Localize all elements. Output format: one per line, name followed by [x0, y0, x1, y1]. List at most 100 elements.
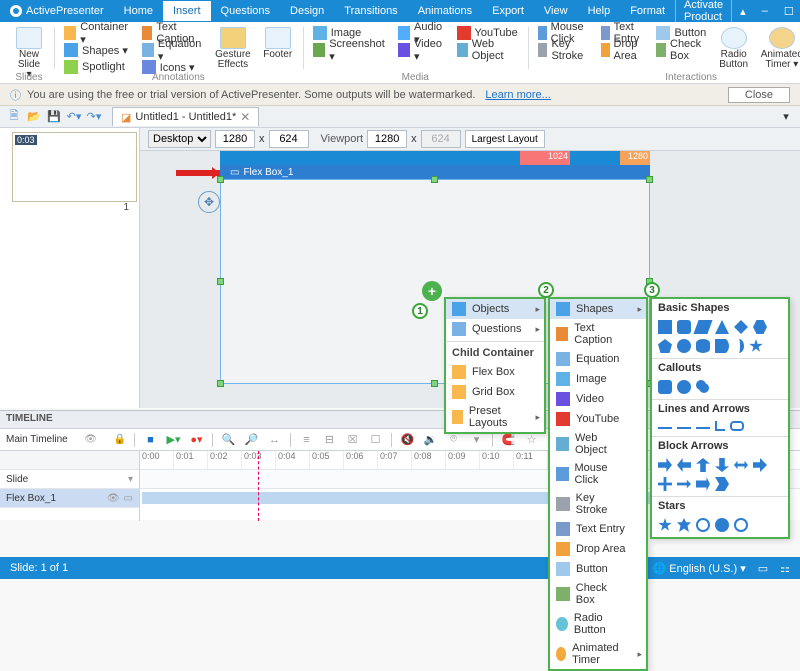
timeline-row-flexbox[interactable]: Flex Box_1👁▭: [0, 489, 139, 508]
shape-rounded-rect[interactable]: [677, 320, 691, 334]
callout-oval[interactable]: [677, 380, 691, 394]
submenu-web-object[interactable]: Web Object: [550, 429, 646, 459]
submenu-video[interactable]: Video: [550, 389, 646, 409]
tl-silence-button[interactable]: 🔇: [400, 432, 415, 447]
star-5[interactable]: [658, 518, 672, 532]
tl-zoom-in-button[interactable]: 🔎: [244, 432, 259, 447]
submenu-text-caption[interactable]: Text Caption: [550, 319, 646, 349]
equation-button[interactable]: Equation ▾: [136, 42, 209, 58]
tab-insert[interactable]: Insert: [163, 1, 211, 21]
menu-preset-layouts[interactable]: Preset Layouts▸: [446, 402, 544, 432]
learn-more-link[interactable]: Learn more...: [485, 89, 550, 101]
callout-rect[interactable]: [658, 380, 672, 394]
block-arrow-chevron[interactable]: [715, 477, 729, 491]
shape-pentagon[interactable]: [658, 339, 672, 353]
block-arrow-down[interactable]: [715, 458, 729, 472]
tab-view[interactable]: View: [534, 1, 578, 21]
collapse-ribbon-button[interactable]: ▴: [732, 1, 754, 22]
tl-record-button[interactable]: ●▾: [189, 432, 204, 447]
breakpoint-1280[interactable]: 1280: [620, 151, 650, 165]
tl-crop-button[interactable]: ☒: [345, 432, 360, 447]
shapes-button[interactable]: Shapes ▾: [58, 42, 136, 58]
submenu-equation[interactable]: Equation: [550, 349, 646, 369]
status-fit-button[interactable]: ▭: [758, 562, 768, 575]
container-button[interactable]: Container ▾: [58, 25, 136, 41]
timeline-lock-icon[interactable]: 🔒: [114, 434, 126, 445]
star-6[interactable]: [677, 518, 691, 532]
menu-grid-box[interactable]: Grid Box: [446, 382, 544, 402]
breakpoint-1024[interactable]: 1024: [520, 151, 570, 165]
submenu-check-box[interactable]: Check Box: [550, 579, 646, 609]
shape-diamond[interactable]: [734, 320, 748, 334]
screenshot-button[interactable]: Screenshot ▾: [307, 42, 393, 58]
largest-layout-button[interactable]: Largest Layout: [465, 130, 545, 148]
tl-more-button[interactable]: ▾: [469, 432, 484, 447]
video-button[interactable]: Video ▾: [392, 42, 450, 58]
line-elbow[interactable]: [715, 421, 725, 431]
submenu-mouse-click[interactable]: Mouse Click: [550, 459, 646, 489]
tab-format[interactable]: Format: [620, 1, 675, 21]
submenu-text-entry[interactable]: Text Entry: [550, 519, 646, 539]
shape-arc[interactable]: [734, 339, 744, 353]
submenu-radio-button[interactable]: Radio Button: [550, 609, 646, 639]
tab-questions[interactable]: Questions: [211, 1, 281, 21]
slide-thumbnail-1[interactable]: 0:03: [12, 132, 137, 202]
tl-volume-button[interactable]: 🔉: [423, 432, 438, 447]
tl-play-button[interactable]: ▶▾: [166, 432, 181, 447]
save-button[interactable]: 💾: [46, 109, 62, 125]
tl-stop-button[interactable]: ■: [143, 432, 158, 447]
timeline-eye-icon[interactable]: 👁: [84, 434, 97, 445]
menu-questions[interactable]: Questions▸: [446, 319, 544, 339]
tab-home[interactable]: Home: [114, 1, 163, 21]
tl-zoom-fit-button[interactable]: ↔: [267, 432, 282, 447]
tl-zoom-out-button[interactable]: 🔍: [221, 432, 236, 447]
tab-design[interactable]: Design: [280, 1, 334, 21]
web-object-button[interactable]: Web Object: [451, 42, 524, 58]
line-curve[interactable]: [696, 421, 710, 429]
tab-help[interactable]: Help: [578, 1, 621, 21]
status-language[interactable]: 🌐 English (U.S.) ▾: [653, 562, 746, 575]
layout-width-input[interactable]: [215, 130, 255, 148]
shape-circle[interactable]: [677, 339, 691, 353]
menu-objects[interactable]: Objects▸: [446, 299, 544, 319]
layout-height-input[interactable]: [269, 130, 309, 148]
resize-handle-n[interactable]: [431, 176, 438, 183]
block-arrow-leftright[interactable]: [734, 458, 748, 472]
block-arrow-right[interactable]: [658, 458, 672, 472]
submenu-key-stroke[interactable]: Key Stroke: [550, 489, 646, 519]
tab-transitions[interactable]: Transitions: [334, 1, 407, 21]
viewport-width-input[interactable]: [367, 130, 407, 148]
block-arrow-left[interactable]: [677, 458, 691, 472]
resize-handle-sw[interactable]: [217, 380, 224, 387]
resize-handle-s[interactable]: [431, 380, 438, 387]
tl-marker-button[interactable]: ☆: [524, 432, 539, 447]
submenu-button[interactable]: Button: [550, 559, 646, 579]
shape-rectangle[interactable]: [658, 320, 672, 334]
submenu-youtube[interactable]: YouTube: [550, 409, 646, 429]
open-button[interactable]: 📂: [26, 109, 42, 125]
block-arrow-notch[interactable]: [696, 477, 710, 491]
tl-delete-button[interactable]: ☐: [368, 432, 383, 447]
new-project-button[interactable]: 🗎: [6, 109, 22, 125]
submenu-shapes[interactable]: Shapes▸: [550, 299, 646, 319]
trial-close-button[interactable]: Close: [728, 87, 790, 103]
tl-cut-button[interactable]: ≡: [299, 432, 314, 447]
resize-handle-ne[interactable]: [646, 176, 653, 183]
block-arrow-striped[interactable]: [677, 477, 691, 491]
tab-export[interactable]: Export: [482, 1, 534, 21]
callout-cloud[interactable]: [696, 380, 706, 390]
key-stroke-button[interactable]: Key Stroke: [532, 42, 595, 58]
resize-handle-w[interactable]: [217, 278, 224, 285]
check-box-button[interactable]: Check Box: [650, 42, 712, 58]
add-object-button[interactable]: +: [422, 281, 442, 301]
undo-button[interactable]: ↶▾: [66, 109, 82, 125]
playhead[interactable]: [258, 451, 259, 521]
panel-menu-button[interactable]: ▾: [778, 109, 794, 125]
tl-snap-button[interactable]: 🧲: [501, 432, 516, 447]
line-straight[interactable]: [658, 427, 672, 429]
window-minimize-button[interactable]: –: [754, 1, 776, 21]
drop-area-button[interactable]: Drop Area: [595, 42, 651, 58]
submenu-animated-timer[interactable]: Animated Timer▸: [550, 639, 646, 669]
breakpoint-ruler[interactable]: 1024 1280: [220, 151, 650, 165]
tab-animations[interactable]: Animations: [408, 1, 482, 21]
